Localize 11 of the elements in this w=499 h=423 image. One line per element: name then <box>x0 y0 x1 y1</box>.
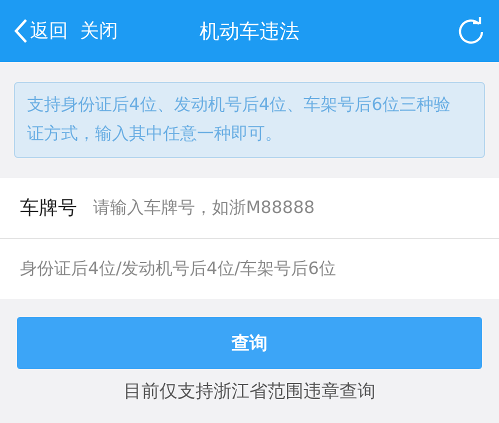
id-input[interactable]: 身份证后4位/发动机号后4位/车架号后6位 <box>20 259 479 279</box>
refresh-icon[interactable] <box>457 17 485 45</box>
plate-input[interactable]: 请输入车牌号，如浙M88888 <box>93 198 479 218</box>
chevron-icon <box>14 18 28 44</box>
footer-note: 目前仅支持浙江省范围违章查询 <box>122 380 376 403</box>
close-button[interactable]: 关闭 <box>74 18 124 44</box>
page-title: 机动车违法 <box>200 18 300 44</box>
plate-label: 车牌号 <box>20 196 77 221</box>
back-button[interactable]: 返回 <box>8 18 74 44</box>
notice-text: 支持身份证后4位、发动机号后4位、车架号后6位三种验证方式，输入其中任意一种即可。 <box>14 82 485 158</box>
query-button[interactable]: 查询 <box>17 317 482 369</box>
